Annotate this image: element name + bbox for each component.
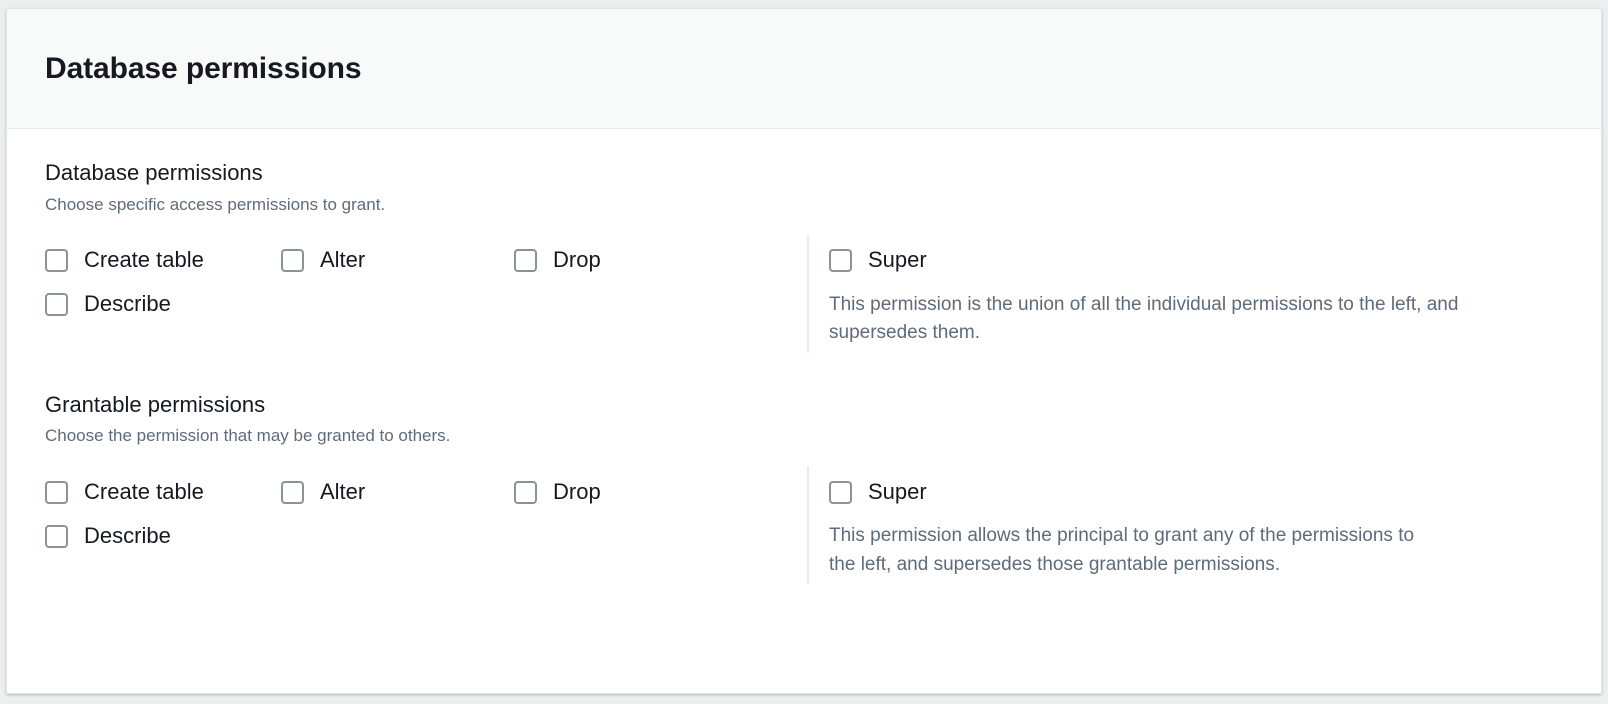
card-header: Database permissions [7,9,1601,129]
checkbox-describe[interactable]: Describe [45,283,807,327]
section-heading: Grantable permissions [45,391,266,417]
card-body: Database permissions Choose specific acc… [7,129,1601,585]
checkbox-super[interactable]: Super [829,239,1563,283]
checkbox-box-icon[interactable] [829,249,852,273]
individual-permissions-column: Create table Alter Drop Describe [45,466,807,558]
checkbox-box-icon[interactable] [45,293,68,317]
checkbox-label: Drop [553,478,601,504]
checkbox-label: Super [868,478,927,504]
grantable-checkbox-create-table[interactable]: Create table [45,470,281,514]
checkbox-label: Create table [84,247,204,273]
section-heading: Database permissions [45,160,263,185]
checkbox-label: Describe [84,291,171,317]
checkbox-alter[interactable]: Alter [281,239,514,283]
grantable-super-permission-column: Super This permission allows the princip… [807,466,1563,585]
page-title: Database permissions [45,51,362,85]
checkbox-box-icon[interactable] [514,480,537,504]
permission-checkbox-grid: Create table Alter Drop Describe [45,470,807,558]
grantable-super-permission-description: This permission allows the principal to … [829,525,1415,575]
checkbox-label: Super [868,247,927,273]
checkbox-label: Alter [320,247,366,273]
checkbox-box-icon[interactable] [281,249,304,273]
checkbox-box-icon[interactable] [829,480,852,504]
database-permissions-card: Database permissions Database permission… [6,8,1602,694]
section-description: Choose specific access permissions to gr… [45,194,386,214]
super-permission-column: Super This permission is the union of al… [807,234,1563,353]
checkbox-box-icon[interactable] [514,249,537,273]
super-permission-description: This permission is the union of all the … [829,293,1459,344]
grantable-checkbox-describe[interactable]: Describe [45,514,807,558]
section-columns: Create table Alter Drop Describe Super T… [45,466,1563,585]
checkbox-box-icon[interactable] [45,480,68,504]
checkbox-box-icon[interactable] [45,524,68,548]
permission-checkbox-grid: Create table Alter Drop Describe [45,239,807,327]
checkbox-label: Alter [320,478,366,504]
checkbox-label: Create table [84,478,204,504]
checkbox-label: Describe [84,522,171,548]
grantable-checkbox-super[interactable]: Super [829,470,1563,514]
section-columns: Create table Alter Drop Describe Super T… [45,234,1563,353]
grantable-checkbox-alter[interactable]: Alter [281,470,514,514]
grantable-checkbox-drop[interactable]: Drop [514,470,794,514]
individual-permissions-column: Create table Alter Drop Describe [45,235,807,327]
checkbox-drop[interactable]: Drop [514,239,794,283]
section-description: Choose the permission that may be grante… [45,426,451,446]
checkbox-create-table[interactable]: Create table [45,239,281,283]
checkbox-box-icon[interactable] [45,249,68,273]
section-database-permissions: Database permissions Choose specific acc… [45,159,1563,353]
section-grantable-permissions: Grantable permissions Choose the permiss… [45,391,1563,585]
checkbox-box-icon[interactable] [281,480,304,504]
checkbox-label: Drop [553,247,601,273]
